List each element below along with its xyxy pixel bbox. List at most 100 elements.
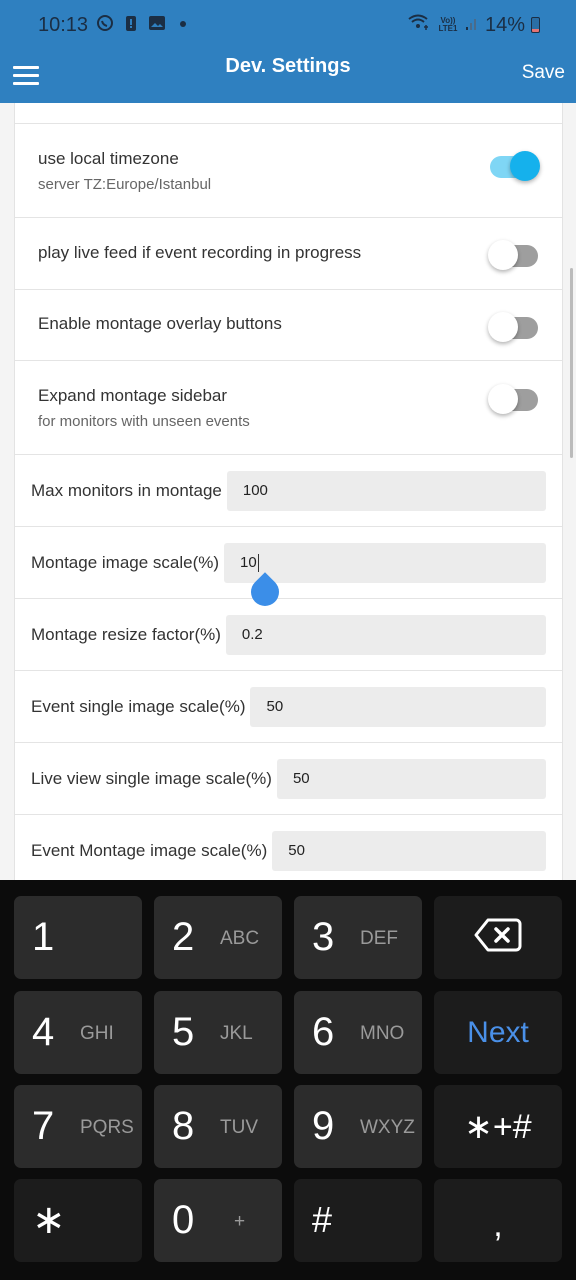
key-5[interactable]: 5 JKL	[154, 991, 282, 1074]
key-digit: 9	[312, 1104, 335, 1148]
backspace-icon	[474, 918, 522, 957]
key-8[interactable]: 8 TUV	[154, 1085, 282, 1168]
status-time: 10:13	[38, 14, 89, 36]
hash-label: #	[312, 1199, 333, 1240]
key-digit: 5	[172, 1010, 195, 1054]
input-label: Max monitors in montage	[31, 480, 222, 500]
key-letters: MNO	[360, 1023, 405, 1044]
key-digit: 6	[312, 1010, 335, 1054]
setting-montage-image-scale: Montage image scale(%) 10	[15, 527, 562, 599]
partial-item	[15, 103, 562, 124]
app-bar: Dev. Settings Save	[0, 50, 576, 103]
whatsapp-icon	[96, 14, 114, 32]
setting-event-montage-image-scale: Event Montage image scale(%) 50	[15, 815, 562, 880]
toggle-switch-off[interactable]	[488, 312, 540, 342]
star-key[interactable]: ∗	[14, 1179, 142, 1262]
key-digit: 2	[172, 915, 195, 959]
setting-event-single-image-scale: Event single image scale(%) 50	[15, 671, 562, 743]
input-value: 50	[288, 842, 305, 859]
settings-list: use local timezone server TZ:Europe/Ista…	[14, 103, 563, 880]
battery-percent: 14%	[484, 13, 525, 36]
key-2[interactable]: 2 ABC	[154, 896, 282, 979]
status-left-icons	[96, 14, 192, 32]
key-letters: +	[234, 1211, 246, 1232]
key-letters: WXYZ	[360, 1117, 415, 1138]
key-7[interactable]: 7 PQRS	[14, 1085, 142, 1168]
next-label: Next	[467, 1015, 529, 1049]
setting-sublabel: server TZ:Europe/Istanbul	[38, 176, 212, 193]
key-digit: 1	[32, 915, 55, 959]
input-value: 0.2	[241, 626, 263, 643]
comma-label: ,	[493, 1206, 503, 1244]
hash-key[interactable]: #	[294, 1179, 422, 1262]
setting-montage-overlay-buttons[interactable]: Enable montage overlay buttons	[15, 290, 562, 361]
backspace-key[interactable]	[434, 896, 562, 979]
setting-sublabel: for monitors with unseen events	[38, 413, 250, 430]
input-value: 50	[292, 770, 310, 787]
symbols-key[interactable]: ∗+#	[434, 1085, 562, 1168]
input-label: Montage resize factor(%)	[31, 624, 221, 644]
montage-resize-factor-input[interactable]: 0.2	[225, 614, 546, 655]
event-single-image-scale-input[interactable]: 50	[250, 686, 546, 727]
setting-label: use local timezone	[38, 149, 179, 168]
input-label: Montage image scale(%)	[31, 552, 220, 572]
toggle-switch-off[interactable]	[488, 384, 540, 414]
setting-live-view-single-image-scale: Live view single image scale(%) 50	[15, 743, 562, 815]
symbols-label: ∗+#	[464, 1107, 532, 1146]
event-montage-image-scale-input[interactable]: 50	[272, 830, 546, 871]
toggle-switch-off[interactable]	[488, 240, 540, 270]
save-button[interactable]: Save	[522, 62, 565, 84]
settings-content: use local timezone server TZ:Europe/Ista…	[0, 103, 576, 880]
key-digit: 7	[32, 1104, 55, 1148]
network-type: Vo)) LTE1	[438, 16, 458, 33]
key-letters: GHI	[80, 1023, 114, 1044]
input-label: Live view single image scale(%)	[31, 768, 272, 788]
comma-key[interactable]: ,	[434, 1179, 562, 1262]
setting-label: Expand montage sidebar	[38, 386, 228, 405]
setting-label: Enable montage overlay buttons	[38, 314, 282, 333]
wifi-icon	[407, 13, 431, 37]
setting-use-local-timezone[interactable]: use local timezone server TZ:Europe/Ista…	[15, 124, 562, 218]
setting-label: play live feed if event recording in pro…	[38, 243, 362, 262]
key-letters: PQRS	[80, 1117, 134, 1138]
montage-image-scale-input[interactable]: 10	[224, 542, 546, 583]
input-label: Event Montage image scale(%)	[31, 840, 268, 860]
next-key[interactable]: Next	[434, 991, 562, 1074]
key-letters: ABC	[220, 928, 260, 949]
input-value: 50	[266, 698, 284, 715]
input-label: Event single image scale(%)	[31, 696, 246, 716]
gallery-icon	[148, 14, 166, 32]
page-title: Dev. Settings	[225, 55, 351, 77]
key-digit: 0	[172, 1198, 195, 1242]
key-4[interactable]: 4 GHI	[14, 991, 142, 1074]
key-letters: JKL	[220, 1023, 253, 1044]
setting-montage-resize-factor: Montage resize factor(%) 0.2	[15, 599, 562, 671]
key-3[interactable]: 3 DEF	[294, 896, 422, 979]
key-9[interactable]: 9 WXYZ	[294, 1085, 422, 1168]
max-monitors-input[interactable]: 100	[226, 470, 546, 511]
key-letters: DEF	[360, 928, 398, 949]
dot-icon	[174, 14, 192, 32]
status-right: Vo)) LTE1 14%	[407, 13, 540, 37]
setting-play-live-feed[interactable]: play live feed if event recording in pro…	[15, 218, 562, 290]
status-bar: 10:13 Vo)) LTE1 14%	[0, 0, 576, 50]
key-1[interactable]: 1	[14, 896, 142, 979]
live-view-single-image-scale-input[interactable]: 50	[276, 758, 546, 799]
key-letters: TUV	[220, 1117, 258, 1138]
key-6[interactable]: 6 MNO	[294, 991, 422, 1074]
key-digit: 4	[32, 1010, 55, 1054]
setting-expand-montage-sidebar[interactable]: Expand montage sidebar for monitors with…	[15, 361, 562, 455]
numeric-keyboard: 1 2 ABC 3 DEF 4 GHI 5 JKL 6 MNO Next 7 PQRS 8 T…	[0, 880, 576, 1280]
text-caret	[257, 553, 259, 572]
key-digit: 3	[312, 915, 335, 959]
input-value: 100	[242, 482, 268, 499]
star-label: ∗	[32, 1198, 66, 1242]
toggle-switch-on[interactable]	[490, 151, 540, 181]
input-value: 10	[240, 554, 257, 571]
key-digit: 8	[172, 1104, 195, 1148]
key-0[interactable]: 0 +	[154, 1179, 282, 1262]
signal-icon	[465, 13, 479, 37]
battery-icon	[531, 17, 540, 33]
scrollbar[interactable]	[570, 268, 573, 458]
battery-alert-icon	[122, 14, 140, 32]
